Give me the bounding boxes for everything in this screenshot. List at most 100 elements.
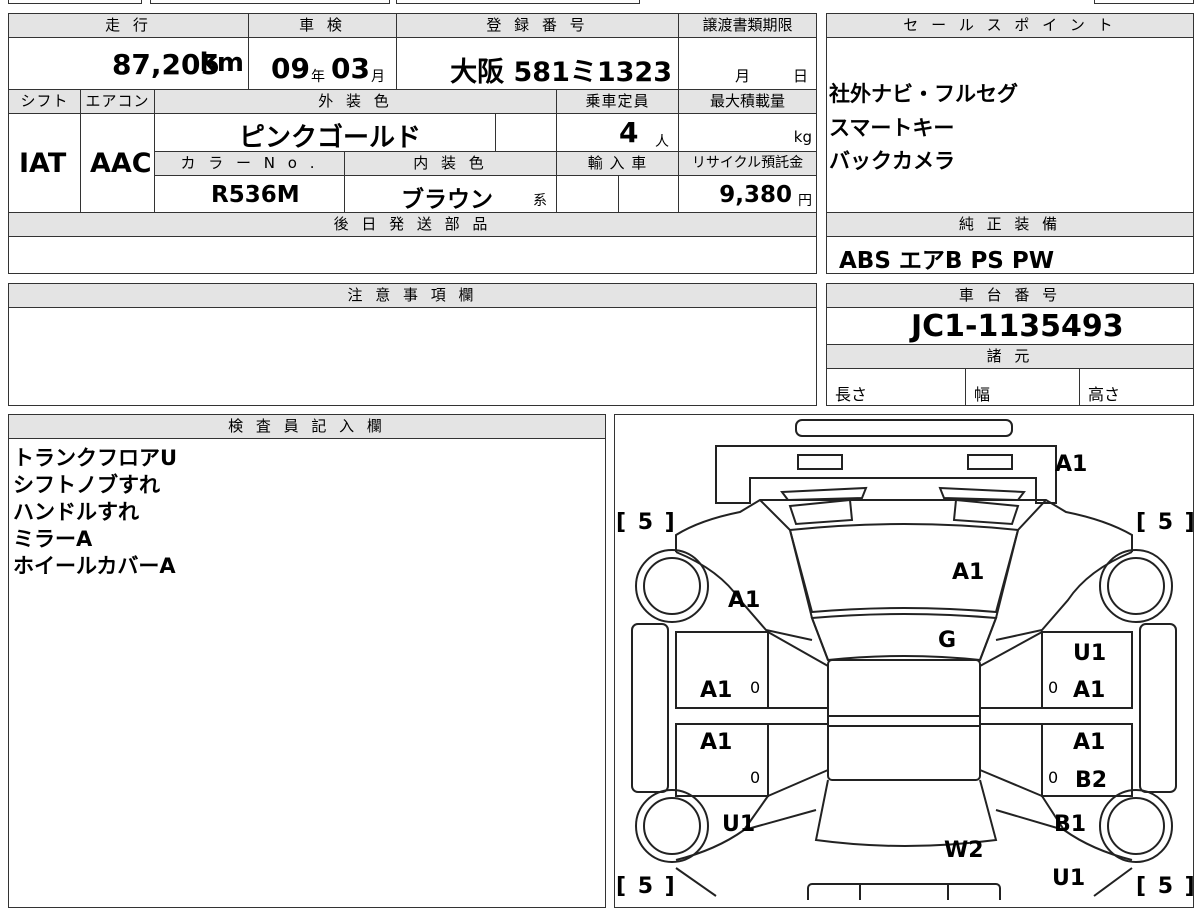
left-front-door-grade: A1 bbox=[700, 678, 733, 703]
left-front-fender-grade: A1 bbox=[728, 588, 761, 613]
notes-header: 注 意 事 項 欄 bbox=[8, 283, 817, 308]
exterior-color-header: 外 装 色 bbox=[154, 89, 557, 114]
car-diagram bbox=[631, 419, 1177, 900]
right-front-door-zero: 0 bbox=[1048, 678, 1059, 697]
capacity-value: 4 bbox=[619, 116, 639, 149]
right-front-door-grade: A1 bbox=[1073, 678, 1106, 703]
month-unit: 月 bbox=[371, 69, 385, 85]
tire-fl-tread: [ 5 ] bbox=[616, 510, 677, 535]
import-header: 輸 入 車 bbox=[556, 151, 679, 176]
exterior-extra-cell bbox=[495, 113, 557, 152]
recycle-fee-header: リサイクル預託金 bbox=[678, 151, 817, 176]
wheel-fr bbox=[1099, 549, 1173, 623]
import-cell-b bbox=[618, 175, 679, 213]
chassis-cell: JC1-1135493 bbox=[826, 307, 1194, 345]
inspection-cell: 09 年 03 月 bbox=[248, 37, 397, 90]
tire-fr-tread: [ 5 ] bbox=[1136, 510, 1197, 535]
roof bbox=[827, 659, 981, 781]
max-load-header: 最大積載量 bbox=[678, 89, 817, 114]
right-rear-door-grade-bottom: B2 bbox=[1075, 768, 1108, 793]
interior-suffix: 系 bbox=[533, 193, 547, 209]
left-front-door-zero: 0 bbox=[750, 678, 761, 697]
year-unit: 年 bbox=[311, 69, 325, 85]
inspector-note: ホイールカバーA bbox=[13, 554, 176, 578]
recycle-fee-unit: 円 bbox=[798, 193, 812, 209]
rear-right-grade: U1 bbox=[1052, 866, 1086, 891]
capacity-cell: 4 人 bbox=[556, 113, 679, 152]
inspector-note: ハンドルすれ bbox=[13, 500, 139, 524]
mileage-cell: 87,205 km bbox=[8, 37, 249, 90]
aircon-value: AAC bbox=[90, 148, 152, 179]
notes-cell bbox=[8, 307, 817, 406]
tire-rr-tread: [ 5 ] bbox=[1136, 874, 1197, 899]
deadline-cell: 月 日 bbox=[678, 37, 817, 90]
chassis-header: 車 台 番 号 bbox=[826, 283, 1194, 308]
interior-color-header: 内 装 色 bbox=[344, 151, 557, 176]
color-no-value: R536M bbox=[211, 182, 300, 208]
right-rear-door-grade-top: A1 bbox=[1073, 730, 1106, 755]
hood-grade: A1 bbox=[952, 560, 985, 585]
deadline-month: 月 bbox=[735, 67, 751, 85]
chassis-value: JC1-1135493 bbox=[911, 309, 1124, 344]
recycle-fee-cell: 9,380 円 bbox=[678, 175, 817, 213]
capacity-header: 乗車定員 bbox=[556, 89, 679, 114]
sales-point-cell: 社外ナビ・フルセグ スマートキー バックカメラ bbox=[826, 37, 1194, 213]
max-load-unit: kg bbox=[793, 128, 812, 146]
sales-point-header: セ ー ル ス ポ イ ン ト bbox=[826, 13, 1194, 38]
interior-color-cell: ブラウン 系 bbox=[344, 175, 557, 213]
inspector-note: シフトノブすれ bbox=[13, 473, 160, 497]
top-cut-cell bbox=[150, 0, 390, 4]
color-no-cell: R536M bbox=[154, 175, 345, 213]
inspector-note: トランクフロアU bbox=[13, 446, 178, 470]
left-rear-fender-grade: U1 bbox=[722, 812, 756, 837]
left-rear-door-grade: A1 bbox=[700, 730, 733, 755]
roof-rear-grade: W2 bbox=[944, 838, 984, 863]
capacity-unit: 人 bbox=[655, 134, 669, 150]
front-bumper-bar bbox=[795, 419, 1013, 437]
right-rear-door-zero: 0 bbox=[1048, 768, 1059, 787]
genuine-equipment-value: ABS エアB PS PW bbox=[839, 248, 1055, 274]
genuine-equipment-header: 純 正 装 備 bbox=[826, 212, 1194, 237]
left-rear-door-zero: 0 bbox=[750, 768, 761, 787]
length-cell: 長さ bbox=[826, 368, 966, 406]
right-rear-fender-grade: B1 bbox=[1054, 812, 1087, 837]
shift-value: IAT bbox=[19, 148, 67, 179]
width-cell: 幅 bbox=[965, 368, 1080, 406]
height-label: 高さ bbox=[1088, 385, 1121, 404]
right-side-skirt bbox=[1139, 623, 1177, 793]
aircon-header: エアコン bbox=[80, 89, 155, 114]
deadline-day: 日 bbox=[793, 67, 809, 85]
wheel-rl bbox=[635, 789, 709, 863]
color-no-header: カ ラ ー N o . bbox=[154, 151, 345, 176]
windshield bbox=[810, 613, 998, 662]
left-side-skirt bbox=[631, 623, 669, 793]
inspector-header: 検 査 員 記 入 欄 bbox=[8, 414, 606, 439]
registration-cell: 大阪 581ミ1323 bbox=[396, 37, 679, 90]
wheel-rr bbox=[1099, 789, 1173, 863]
windshield-grade: G bbox=[938, 628, 957, 653]
headlight-left bbox=[797, 454, 843, 470]
tire-rl-tread: [ 5 ] bbox=[616, 874, 677, 899]
genuine-equipment-cell: ABS エアB PS PW bbox=[826, 236, 1194, 274]
top-cut-cell bbox=[1094, 0, 1194, 4]
sales-point-item: 社外ナビ・フルセグ bbox=[829, 82, 1018, 106]
sales-point-item: スマートキー bbox=[829, 116, 955, 140]
wheel-fl bbox=[635, 549, 709, 623]
later-parts-header: 後 日 発 送 部 品 bbox=[8, 212, 817, 237]
headlight-right bbox=[967, 454, 1013, 470]
top-cut-cell bbox=[396, 0, 640, 4]
front-bumper-grade: A1 bbox=[1055, 452, 1088, 477]
interior-color-value: ブラウン bbox=[401, 187, 493, 213]
width-label: 幅 bbox=[974, 385, 991, 404]
later-parts-cell bbox=[8, 236, 817, 274]
inspection-year: 09 bbox=[271, 52, 310, 85]
inspector-notes-cell: トランクフロアU シフトノブすれ ハンドルすれ ミラーA ホイールカバーA bbox=[8, 438, 606, 908]
inspector-note: ミラーA bbox=[13, 527, 93, 551]
mileage-header: 走 行 bbox=[8, 13, 249, 38]
registration-header: 登 録 番 号 bbox=[396, 13, 679, 38]
import-cell-a bbox=[556, 175, 619, 213]
exterior-color-value: ピンクゴールド bbox=[239, 123, 422, 153]
shift-cell: IAT bbox=[8, 113, 81, 213]
transfer-deadline-header: 譲渡書類期限 bbox=[678, 13, 817, 38]
recycle-fee-value: 9,380 bbox=[719, 182, 792, 208]
